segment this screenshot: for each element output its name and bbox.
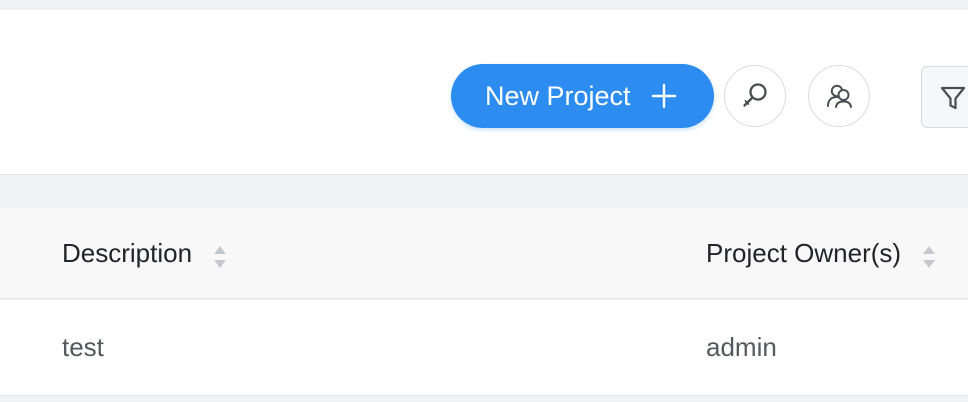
users-button[interactable] <box>808 65 870 127</box>
users-icon <box>827 84 852 108</box>
column-header-label: Project Owner(s) <box>706 238 902 268</box>
filter-button[interactable] <box>921 66 968 128</box>
column-header-label: Description <box>62 238 193 268</box>
sort-icon[interactable] <box>921 243 937 271</box>
cell-description: test <box>62 332 104 362</box>
column-header-owners[interactable]: Project Owner(s) <box>706 238 937 269</box>
plus-icon <box>651 83 677 109</box>
table-row[interactable]: test admin <box>0 300 968 396</box>
filter-icon <box>940 86 966 110</box>
section-gap <box>0 175 968 208</box>
column-header-description[interactable]: Description <box>62 238 228 269</box>
sort-icon[interactable] <box>212 243 228 271</box>
table-header: Description Project Owner(s) <box>0 208 968 299</box>
cell-owners: admin <box>706 332 777 362</box>
bottom-strip <box>0 396 968 402</box>
search-icon <box>743 83 767 107</box>
new-project-button[interactable]: New Project <box>451 64 714 128</box>
search-button[interactable] <box>724 65 786 127</box>
new-project-label: New Project <box>485 80 631 111</box>
top-strip <box>0 0 968 8</box>
